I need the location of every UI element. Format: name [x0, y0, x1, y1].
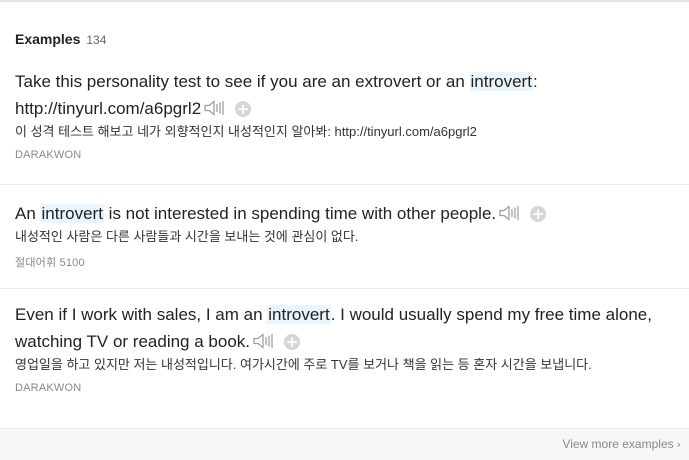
- view-more-label: View more examples: [562, 437, 674, 451]
- highlighted-word: introvert: [469, 72, 533, 91]
- example-item: Even if I work with sales, I am an intro…: [15, 301, 689, 394]
- highlighted-word: introvert: [40, 204, 104, 223]
- example-sentence: Even if I work with sales, I am an intro…: [15, 301, 675, 355]
- speaker-icon[interactable]: [253, 333, 275, 349]
- sentence-text: An: [15, 204, 41, 223]
- highlighted-word: introvert: [267, 305, 331, 324]
- example-sentence: Take this personality test to see if you…: [15, 68, 675, 122]
- example-item: Take this personality test to see if you…: [15, 68, 689, 161]
- divider: [0, 184, 689, 185]
- speaker-icon[interactable]: [204, 100, 226, 116]
- plus-icon[interactable]: +: [530, 206, 547, 222]
- plus-icon[interactable]: +: [284, 334, 300, 350]
- examples-header: Examples 134: [15, 31, 106, 49]
- plus-icon[interactable]: +: [235, 101, 252, 117]
- example-translation: 내성적인 사람은 다른 사람들과 시간을 보내는 것에 관심이 없다.: [15, 229, 359, 244]
- examples-title: Examples: [15, 31, 81, 47]
- sentence-text: Even if I work with sales, I am an: [15, 305, 268, 324]
- speaker-icon[interactable]: [499, 205, 521, 221]
- view-more-examples-link[interactable]: View more examples ›: [562, 437, 681, 451]
- example-source: 절대어휘 5100: [15, 257, 85, 269]
- examples-count: 134: [86, 33, 107, 47]
- example-translation: 영업일을 하고 있지만 저는 내성적입니다. 여가시간에 주로 TV를 보거나 …: [15, 357, 592, 372]
- example-source: DARAKWON: [15, 149, 82, 161]
- example-source: DARAKWON: [15, 382, 82, 394]
- chevron-right-icon: ›: [676, 438, 681, 451]
- example-item: An introvert is not interested in spendi…: [15, 200, 689, 270]
- example-translation: 이 성격 테스트 해보고 네가 외향적인지 내성적인지 알아봐: http://…: [15, 124, 477, 139]
- sentence-text: is not interested in spending time with …: [103, 204, 497, 223]
- footer-bar: View more examples ›: [0, 428, 689, 460]
- example-sentence: An introvert is not interested in spendi…: [15, 200, 675, 227]
- divider: [0, 288, 689, 289]
- top-border: [0, 0, 689, 2]
- sentence-text: Take this personality test to see if you…: [15, 72, 470, 91]
